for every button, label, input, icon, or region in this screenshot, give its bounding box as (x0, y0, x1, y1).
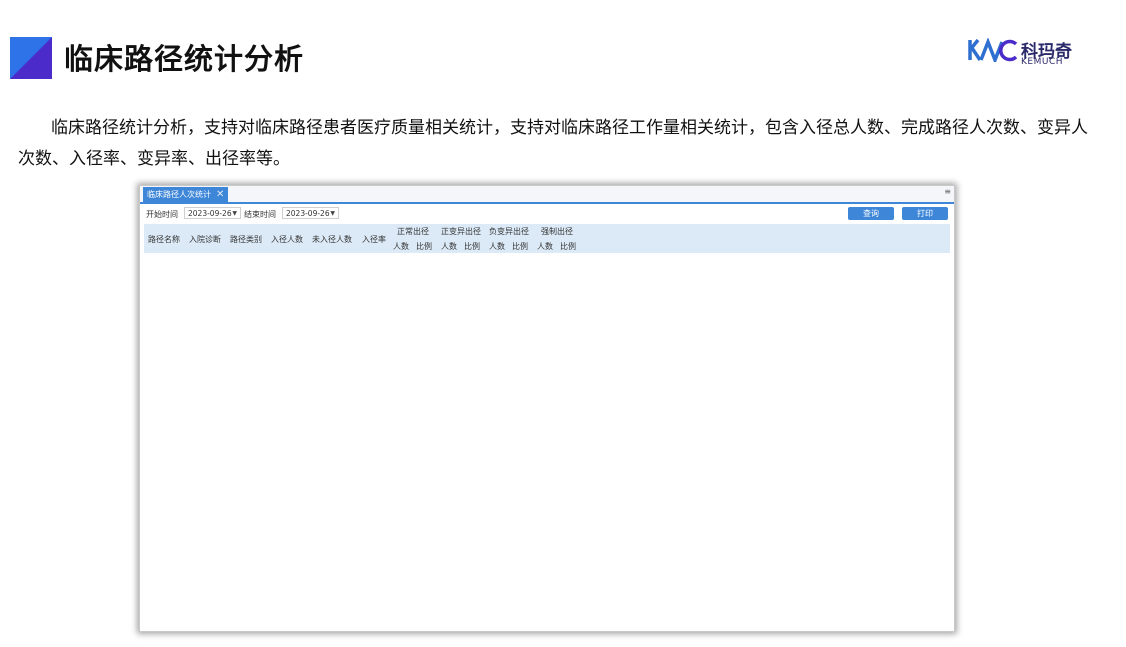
group-normal-exit[interactable]: 正常出径 (397, 226, 429, 237)
tab-bar: 临床路径人次统计 ✕ ≡ (140, 186, 954, 204)
title-accent-mark (10, 37, 52, 79)
menu-icon[interactable]: ≡ (944, 187, 951, 196)
subcol-negative-count[interactable]: 人数 (489, 241, 505, 252)
subcol-forced-count[interactable]: 人数 (537, 241, 553, 252)
start-date-select[interactable]: 2023-09-26 ▼ (184, 207, 241, 219)
end-date-select[interactable]: 2023-09-26 ▼ (282, 207, 339, 219)
print-button[interactable]: 打印 (902, 207, 948, 220)
column-entered-count[interactable]: 入径人数 (271, 234, 303, 245)
subcol-negative-ratio[interactable]: 比例 (512, 241, 528, 252)
tab-label: 临床路径人次统计 (147, 190, 211, 199)
intro-paragraph: 临床路径统计分析，支持对临床路径患者医疗质量相关统计，支持对临床路径工作量相关统… (18, 118, 1088, 169)
end-time-label: 结束时间 (244, 210, 276, 219)
group-forced-exit[interactable]: 强制出径 (541, 226, 573, 237)
start-date-value: 2023-09-26 (188, 209, 232, 218)
filter-toolbar: 开始时间 2023-09-26 ▼ 结束时间 2023-09-26 ▼ 查询 打… (140, 204, 954, 223)
tab-clinical-path-stats[interactable]: 临床路径人次统计 ✕ (143, 187, 229, 202)
subcol-positive-ratio[interactable]: 比例 (464, 241, 480, 252)
chevron-down-icon: ▼ (232, 210, 237, 217)
end-date-value: 2023-09-26 (286, 209, 330, 218)
group-positive-variation-exit[interactable]: 正变异出径 (441, 226, 481, 237)
column-path-name[interactable]: 路径名称 (148, 234, 180, 245)
query-button[interactable]: 查询 (848, 207, 894, 220)
subcol-normal-count[interactable]: 人数 (393, 241, 409, 252)
start-time-label: 开始时间 (146, 210, 178, 219)
group-negative-variation-exit[interactable]: 负变异出径 (489, 226, 529, 237)
subcol-normal-ratio[interactable]: 比例 (416, 241, 432, 252)
column-not-entered-count[interactable]: 未入径人数 (312, 234, 352, 245)
kemuch-logo-icon (968, 38, 1018, 62)
column-admission-diagnosis[interactable]: 入院诊断 (189, 234, 221, 245)
column-path-category[interactable]: 路径类别 (230, 234, 262, 245)
slide-title: 临床路径统计分析 (64, 42, 305, 76)
close-icon[interactable]: ✕ (216, 187, 224, 202)
table-header: 路径名称 入院诊断 路径类别 入径人数 未入径人数 入径率 正常出径 人数 比例… (144, 224, 950, 253)
subcol-forced-ratio[interactable]: 比例 (560, 241, 576, 252)
subcol-positive-count[interactable]: 人数 (441, 241, 457, 252)
column-entry-rate[interactable]: 入径率 (362, 234, 386, 245)
app-window: 临床路径人次统计 ✕ ≡ 开始时间 2023-09-26 ▼ 结束时间 2023… (139, 185, 955, 632)
brand-logo: 科玛奇 KEMUCH (968, 34, 1108, 74)
chevron-down-icon: ▼ (330, 210, 335, 217)
logo-english-name: KEMUCH (1021, 57, 1063, 67)
